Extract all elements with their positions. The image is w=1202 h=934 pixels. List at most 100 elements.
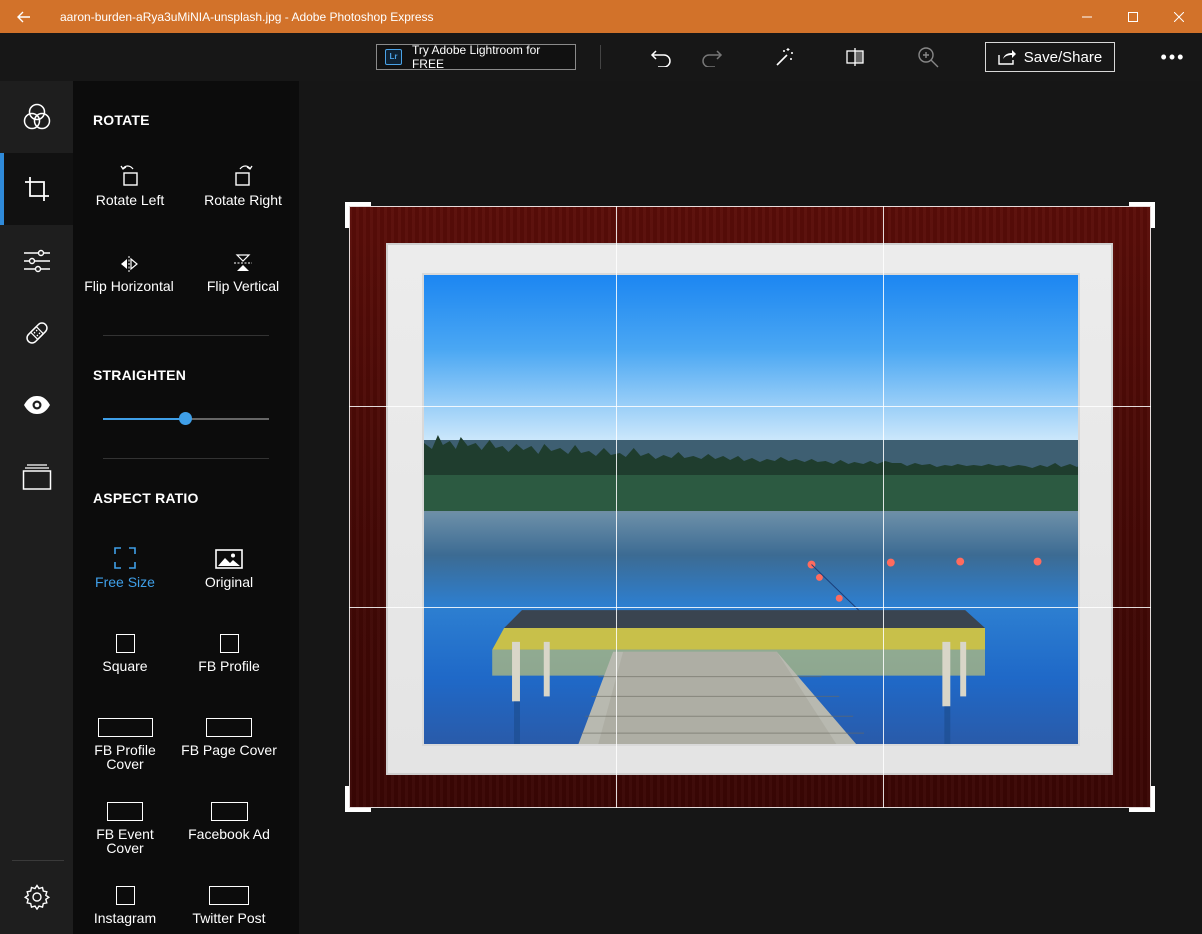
try-lightroom-label: Try Adobe Lightroom for FREE: [411, 43, 541, 71]
rail-adjust[interactable]: [0, 225, 73, 297]
twitter-post-shape-icon: [209, 886, 249, 905]
layers-icon: [22, 464, 51, 490]
auto-fix-button[interactable]: [772, 45, 796, 69]
crop-handle-bottom-right[interactable]: [1129, 786, 1155, 812]
square-label: Square: [102, 658, 148, 674]
flip-horizontal-icon: [121, 256, 138, 272]
aspect-ratio-section-title: ASPECT RATIO: [93, 490, 199, 506]
straighten-section-title: STRAIGHTEN: [93, 367, 186, 383]
crop-border: [349, 206, 1151, 808]
rotate-left-button[interactable]: Rotate Left: [85, 161, 175, 207]
facebook-ad-shape-icon: [210, 802, 248, 821]
compare-icon: [846, 48, 864, 66]
rail-settings[interactable]: [0, 861, 73, 933]
image-canvas: [299, 81, 1202, 934]
fb-profile-cover-label-line2: Cover: [106, 756, 144, 772]
rail-heal[interactable]: [0, 297, 73, 369]
compare-button[interactable]: [843, 45, 867, 69]
crop-icon: [24, 177, 49, 201]
aspect-fb-event-cover-button[interactable]: FB Event Cover: [75, 795, 175, 855]
aspect-free-size-button[interactable]: Free Size: [75, 543, 175, 589]
top-toolbar: Lr Try Adobe Lightroom for FREE Save/Sha…: [0, 33, 1202, 82]
free-size-icon: [114, 547, 136, 569]
share-icon: [998, 50, 1016, 65]
close-button[interactable]: [1156, 0, 1202, 33]
aspect-facebook-ad-button[interactable]: Facebook Ad: [179, 795, 279, 841]
crop-options-panel: ROTATE Rotate Left Rotate Right Flip Hor…: [73, 81, 299, 934]
fb-profile-cover-label-line1: FB Profile: [94, 742, 156, 758]
fb-event-cover-label-line1: FB Event: [96, 826, 154, 842]
instagram-shape-icon: [115, 886, 135, 905]
fb-event-cover-label-line2: Cover: [106, 840, 144, 856]
redo-button[interactable]: [700, 45, 724, 69]
flip-vertical-icon: [234, 254, 252, 271]
looks-icon: [23, 103, 50, 130]
aspect-fb-page-cover-button[interactable]: FB Page Cover: [174, 711, 284, 757]
fb-profile-cover-shape-icon: [97, 718, 153, 737]
tool-rail: [0, 81, 73, 934]
flip-horizontal-label: Flip Horizontal: [84, 278, 174, 294]
instagram-label: Instagram: [93, 910, 157, 926]
close-icon: [1174, 11, 1184, 22]
undo-button[interactable]: [649, 45, 673, 69]
photo-preview[interactable]: [349, 206, 1151, 808]
straighten-slider[interactable]: [103, 412, 269, 425]
flip-vertical-button[interactable]: Flip Vertical: [193, 247, 293, 293]
redo-icon: [702, 50, 723, 67]
rail-crop[interactable]: [0, 153, 73, 225]
flip-horizontal-button[interactable]: Flip Horizontal: [79, 247, 179, 293]
crop-handle-top-right[interactable]: [1129, 202, 1155, 228]
crop-handle-bottom-left[interactable]: [345, 786, 371, 812]
heal-icon: [25, 322, 48, 344]
toolbar-divider: [600, 45, 601, 69]
gear-icon: [23, 884, 50, 910]
rotate-left-label: Rotate Left: [95, 192, 165, 208]
eye-icon: [23, 396, 50, 414]
free-size-label: Free Size: [95, 574, 155, 590]
save-share-button[interactable]: Save/Share: [985, 42, 1115, 72]
rail-redeye[interactable]: [0, 369, 73, 441]
aspect-original-button[interactable]: Original: [179, 543, 279, 589]
square-shape-icon: [115, 634, 135, 653]
fb-profile-label: FB Profile: [198, 658, 260, 674]
back-button[interactable]: [0, 0, 48, 33]
rotate-section-title: ROTATE: [93, 112, 150, 128]
facebook-ad-label: Facebook Ad: [188, 826, 270, 842]
minimize-icon: [1082, 16, 1092, 17]
aspect-square-button[interactable]: Square: [75, 627, 175, 673]
section-divider: [103, 335, 269, 336]
rail-borders[interactable]: [0, 441, 73, 513]
fb-event-cover-shape-icon: [107, 802, 143, 821]
maximize-button[interactable]: [1110, 0, 1156, 33]
lightroom-logo-icon: Lr: [385, 49, 402, 65]
undo-icon: [650, 50, 671, 67]
aspect-fb-profile-button[interactable]: FB Profile: [179, 627, 279, 673]
aspect-instagram-button[interactable]: Instagram: [75, 879, 175, 925]
title-bar: aaron-burden-aRya3uMiNIA-unsplash.jpg - …: [0, 0, 1202, 33]
zoom-icon: [918, 47, 939, 68]
rotate-left-icon: [120, 165, 138, 186]
zoom-button[interactable]: [916, 45, 940, 69]
straighten-slider-thumb[interactable]: [179, 412, 192, 425]
image-icon: [215, 549, 243, 569]
fb-page-cover-shape-icon: [206, 718, 252, 737]
fb-profile-shape-icon: [219, 634, 239, 653]
straighten-slider-fill: [103, 418, 186, 420]
aspect-fb-profile-cover-button[interactable]: FB Profile Cover: [75, 711, 175, 771]
flip-vertical-label: Flip Vertical: [206, 278, 280, 294]
arrow-left-icon: [17, 11, 30, 22]
rotate-right-label: Rotate Right: [204, 192, 282, 208]
crop-handle-top-left[interactable]: [345, 202, 371, 228]
rotate-right-button[interactable]: Rotate Right: [193, 161, 293, 207]
aspect-twitter-post-button[interactable]: Twitter Post: [179, 879, 279, 925]
maximize-icon: [1128, 11, 1138, 22]
window-title: aaron-burden-aRya3uMiNIA-unsplash.jpg - …: [60, 9, 434, 24]
rail-looks[interactable]: [0, 81, 73, 153]
more-options-button[interactable]: •••: [1158, 45, 1188, 69]
save-share-label: Save/Share: [1023, 48, 1103, 66]
try-lightroom-button[interactable]: Lr Try Adobe Lightroom for FREE: [376, 43, 576, 71]
minimize-button[interactable]: [1064, 0, 1110, 33]
adjust-icon: [23, 249, 50, 273]
rotate-right-icon: [235, 165, 253, 186]
fb-page-cover-label: FB Page Cover: [181, 742, 277, 758]
